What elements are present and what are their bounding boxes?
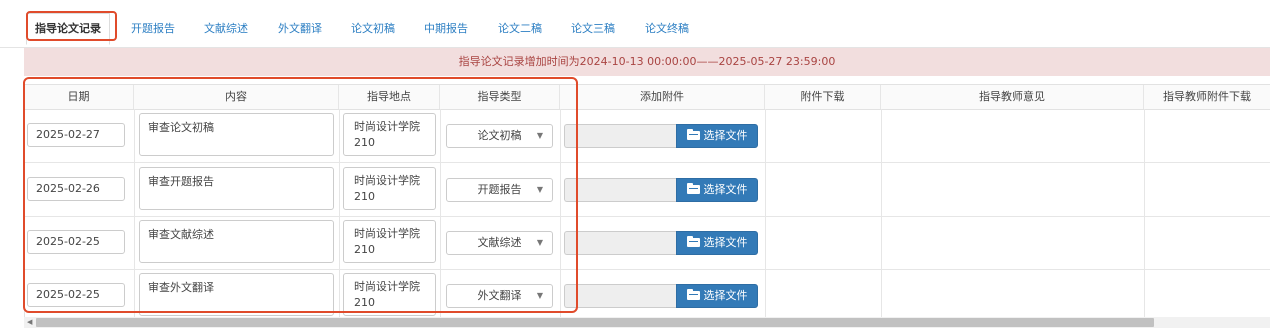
guidance-type-value: 外文翻译 [477, 289, 522, 302]
tab-first-draft[interactable]: 论文初稿 [351, 19, 395, 39]
place-textarea[interactable]: 时尚设计学院210 [343, 113, 436, 156]
file-path-display [564, 178, 677, 202]
folder-open-icon [686, 128, 700, 140]
choose-file-label: 选择文件 [703, 183, 748, 196]
choose-file-button[interactable]: 选择文件 [676, 231, 758, 255]
file-path-display [564, 124, 677, 148]
guidance-type-value: 论文初稿 [477, 129, 522, 142]
tab-third-draft[interactable]: 论文三稿 [571, 19, 615, 39]
tab-final-draft[interactable]: 论文终稿 [645, 19, 689, 39]
header-content: 内容 [134, 85, 339, 109]
choose-file-button[interactable]: 选择文件 [676, 284, 758, 308]
folder-open-icon [686, 288, 700, 300]
header-teacher-attachment-download: 指导教师附件下载 [1163, 90, 1251, 103]
place-textarea[interactable]: 时尚设计学院210 [343, 167, 436, 210]
table-row: 2025-02-27 审查论文初稿 时尚设计学院210 论文初稿 ▼ 选择文件 [24, 109, 1270, 163]
date-input[interactable]: 2025-02-27 [27, 123, 125, 147]
guidance-type-select[interactable]: 外文翻译 ▼ [446, 284, 553, 308]
guidance-records-table: 日期 内容 指导地点 指导类型 添加附件 附件下载 指导教师意见 指导教师附件下… [24, 84, 1270, 317]
tab-midterm-report[interactable]: 中期报告 [424, 19, 468, 39]
choose-file-button[interactable]: 选择文件 [676, 124, 758, 148]
tab-foreign-translation[interactable]: 外文翻译 [278, 19, 322, 39]
guidance-type-select[interactable]: 开题报告 ▼ [446, 178, 553, 202]
header-attachment-download: 附件下载 [765, 85, 881, 109]
guidance-type-value: 文献综述 [477, 236, 522, 249]
arrow-left-icon[interactable]: ◀ [27, 318, 32, 327]
header-date: 日期 [24, 85, 134, 109]
choose-file-button[interactable]: 选择文件 [676, 178, 758, 202]
header-type: 指导类型 [440, 85, 560, 109]
place-textarea[interactable]: 时尚设计学院210 [343, 220, 436, 263]
caret-down-icon: ▼ [536, 238, 543, 247]
tab-guidance-records[interactable]: 指导论文记录 [26, 13, 110, 45]
folder-open-icon [686, 235, 700, 247]
content-textarea[interactable]: 审查论文初稿 [139, 113, 334, 156]
header-place: 指导地点 [339, 85, 440, 109]
file-path-display [564, 231, 677, 255]
guidance-type-value: 开题报告 [477, 183, 522, 196]
caret-down-icon: ▼ [536, 291, 543, 300]
header-add-attachment: 添加附件 [560, 85, 765, 109]
table-left-border [24, 84, 25, 317]
guidance-type-select[interactable]: 论文初稿 ▼ [446, 124, 553, 148]
content-textarea[interactable]: 审查文献综述 [139, 220, 334, 263]
tab-literature-review[interactable]: 文献综述 [204, 19, 248, 39]
table-header: 日期 内容 指导地点 指导类型 添加附件 附件下载 指导教师意见 指导教师附件下… [24, 84, 1270, 110]
content-textarea[interactable]: 审查开题报告 [139, 167, 334, 210]
choose-file-label: 选择文件 [703, 129, 748, 142]
file-path-display [564, 284, 677, 308]
header-teacher-opinion: 指导教师意见 [881, 85, 1144, 109]
date-input[interactable]: 2025-02-25 [27, 283, 125, 307]
place-textarea[interactable]: 时尚设计学院210 [343, 273, 436, 316]
scrollbar-thumb[interactable] [36, 318, 1154, 327]
table-row: 2025-02-25 审查文献综述 时尚设计学院210 文献综述 ▼ 选择文件 [24, 216, 1270, 270]
guidance-type-select[interactable]: 文献综述 ▼ [446, 231, 553, 255]
horizontal-scrollbar[interactable]: ◀ [24, 317, 1270, 328]
choose-file-label: 选择文件 [703, 236, 748, 249]
time-window-notice: 指导论文记录增加时间为2024-10-13 00:00:00——2025-05-… [24, 48, 1270, 76]
table-row: 2025-02-26 审查开题报告 时尚设计学院210 开题报告 ▼ 选择文件 [24, 163, 1270, 217]
tab-proposal-report[interactable]: 开题报告 [131, 19, 175, 39]
date-input[interactable]: 2025-02-25 [27, 230, 125, 254]
tab-second-draft[interactable]: 论文二稿 [498, 19, 542, 39]
caret-down-icon: ▼ [536, 131, 543, 140]
content-textarea[interactable]: 审查外文翻译 [139, 273, 334, 316]
tab-bar: 指导论文记录 开题报告 文献综述 外文翻译 论文初稿 中期报告 论文二稿 论文三… [0, 0, 1270, 48]
caret-down-icon: ▼ [536, 185, 543, 194]
folder-open-icon [686, 182, 700, 194]
date-input[interactable]: 2025-02-26 [27, 177, 125, 201]
table-row: 2025-02-25 审查外文翻译 时尚设计学院210 外文翻译 ▼ 选择文件 [24, 269, 1270, 317]
choose-file-label: 选择文件 [703, 289, 748, 302]
